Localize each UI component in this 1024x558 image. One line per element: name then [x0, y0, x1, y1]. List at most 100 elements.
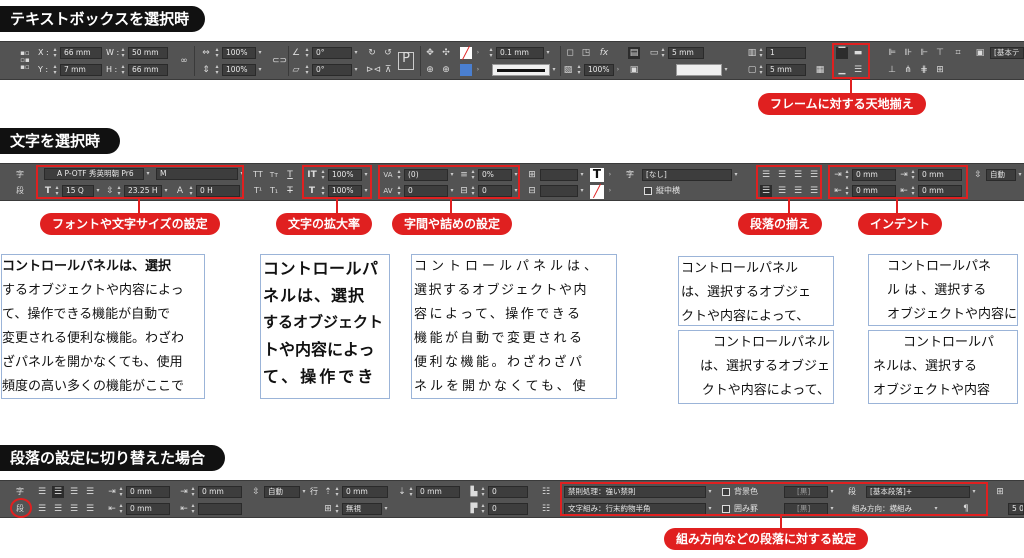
paragraph-mode-button[interactable]: 段	[14, 185, 26, 197]
stroke-type-select[interactable]	[492, 64, 550, 76]
p-drop-chars-spinner[interactable]: ▴ ▾	[480, 503, 486, 515]
gutter-spinner[interactable]: ▴ ▾	[660, 47, 666, 59]
p-align-right-icon[interactable]: ☰	[68, 486, 80, 498]
angle-spinner[interactable]: ▴ ▾	[304, 47, 310, 59]
p-justify-left-icon[interactable]: ☰	[36, 503, 48, 515]
p-first-indent-input[interactable]: 0 mm	[198, 486, 242, 498]
p-left-indent-spinner[interactable]: ▴ ▾	[118, 486, 124, 498]
opacity-dropdown[interactable]: ›	[614, 64, 622, 76]
p-bullets-icon[interactable]: ☷	[540, 486, 552, 498]
select-content-icon[interactable]: ✣	[440, 47, 452, 59]
shear-spinner[interactable]: ▴ ▾	[304, 64, 310, 76]
h-spinner[interactable]: ▴ ▾	[120, 64, 126, 76]
p-leading-dropdown[interactable]: ▾	[300, 486, 308, 498]
flip-vertical-icon[interactable]: ⊼	[382, 64, 394, 76]
select-next-icon[interactable]: ⊕	[440, 64, 452, 76]
p-drop-lines-spinner[interactable]: ▴ ▾	[480, 486, 486, 498]
w-input[interactable]: 50 mm	[128, 47, 168, 59]
p-space-after-spinner[interactable]: ▴ ▾	[408, 486, 414, 498]
rotate-cw-icon[interactable]: ↻	[366, 47, 378, 59]
frame-fitting-icon[interactable]: ▣	[628, 64, 640, 76]
reference-point-icon[interactable]: ▪▫ ▫▪ ▪▫	[16, 50, 34, 72]
y-input[interactable]: 7 mm	[60, 64, 102, 76]
text-frame-options-icon[interactable]: ▦	[814, 64, 826, 76]
mojikumi-aki2-select[interactable]	[540, 185, 578, 197]
align-top-edges-icon[interactable]: ⊤	[934, 47, 946, 59]
stroke-dropdown[interactable]: ›	[474, 64, 482, 76]
fill-none-icon[interactable]: ╱	[460, 47, 472, 59]
stroke-weight-input[interactable]: 0.1 mm	[496, 47, 544, 59]
gutter-input[interactable]: 5 mm	[668, 47, 704, 59]
y-spinner[interactable]: ▴ ▾	[52, 64, 58, 76]
stroke-color-icon[interactable]	[460, 64, 472, 76]
scale-y-spinner[interactable]: ▴ ▾	[214, 64, 220, 76]
p-last-indent-spinner[interactable]: ▴ ▾	[190, 503, 196, 515]
angle-input[interactable]: 0°	[312, 47, 352, 59]
text-fill-icon[interactable]: T	[590, 168, 604, 182]
auto-fit-icon[interactable]: ⌗	[952, 47, 964, 59]
mojikumi-aki2-dropdown[interactable]: ▾	[578, 185, 586, 197]
select-container-icon[interactable]: ✥	[424, 47, 436, 59]
p-align-left-icon[interactable]: ☰	[36, 486, 48, 498]
text-stroke-dropdown[interactable]: ›	[606, 185, 614, 197]
stroke-type-dropdown[interactable]: ▾	[550, 64, 558, 76]
x-spinner[interactable]: ▴ ▾	[52, 47, 58, 59]
p-align-spine-icon[interactable]: ☰	[84, 486, 96, 498]
align-left-edges-icon[interactable]: ⊫	[886, 47, 898, 59]
p-drop-chars-input[interactable]: 0	[488, 503, 528, 515]
angle-dropdown[interactable]: ▾	[352, 47, 360, 59]
tate-chu-yoko-checkbox[interactable]	[644, 187, 652, 195]
object-style-select[interactable]: [基本テ	[990, 47, 1024, 59]
columns-spinner[interactable]: ▴ ▾	[758, 47, 764, 59]
leading-auto-select[interactable]: 自動	[986, 169, 1016, 181]
scale-x-input[interactable]: 100%	[222, 47, 256, 59]
effects-icon[interactable]: ◳	[580, 47, 592, 59]
align-v-centers-icon[interactable]: ⊥	[886, 64, 898, 76]
p-right-indent-input[interactable]: 0 mm	[126, 503, 170, 515]
column-width-dropdown[interactable]: ▾	[722, 64, 730, 76]
inset-spinner[interactable]: ▴ ▾	[758, 64, 764, 76]
char-style-dropdown[interactable]: ▾	[732, 169, 740, 181]
p-space-before-spinner[interactable]: ▴ ▾	[334, 486, 340, 498]
distribute-h-icon[interactable]: ⋕	[918, 64, 930, 76]
opacity-spinner[interactable]: ▴ ▾	[576, 64, 582, 76]
scale-y-dropdown[interactable]: ▾	[256, 64, 264, 76]
h-input[interactable]: 66 mm	[128, 64, 168, 76]
character-mode-button[interactable]: 字	[14, 169, 26, 181]
inset-input[interactable]: 5 mm	[766, 64, 806, 76]
p-space-before-input[interactable]: 0 mm	[342, 486, 388, 498]
stroke-weight-dropdown[interactable]: ▾	[544, 47, 552, 59]
align-right-edges-icon[interactable]: ⊩	[918, 47, 930, 59]
shear-dropdown[interactable]: ▾	[352, 64, 360, 76]
p-leading-select[interactable]: 自動	[264, 486, 300, 498]
small-caps-icon[interactable]: Tт	[268, 169, 280, 181]
stroke-weight-spinner[interactable]: ▴ ▾	[488, 47, 494, 59]
shear-input[interactable]: 0°	[312, 64, 352, 76]
p-justify-center-icon[interactable]: ☰	[52, 503, 64, 515]
p-right-indent-spinner[interactable]: ▴ ▾	[118, 503, 124, 515]
distribute-v-icon[interactable]: ⊞	[934, 64, 946, 76]
character-mode-button[interactable]: 字	[14, 486, 26, 498]
select-previous-icon[interactable]: ⊕	[424, 64, 436, 76]
text-stroke-icon[interactable]: ╱	[590, 185, 604, 199]
fx-icon[interactable]: fx	[598, 47, 610, 59]
columns-input[interactable]: 1	[766, 47, 806, 59]
p-space-after-input[interactable]: 0 mm	[416, 486, 460, 498]
p-drop-lines-input[interactable]: 0	[488, 486, 528, 498]
leading-auto-dropdown[interactable]: ▾	[1016, 169, 1024, 181]
constrain-proportions-icon[interactable]: ∞	[178, 55, 190, 67]
x-input[interactable]: 66 mm	[60, 47, 102, 59]
flip-horizontal-icon[interactable]: ⊳⊲	[366, 64, 381, 76]
align-h-centers-icon[interactable]: ⊪	[902, 47, 914, 59]
p-grid-dropdown[interactable]: ▾	[382, 503, 390, 515]
drop-shadow-icon[interactable]: ◻	[564, 47, 576, 59]
p-grid-select[interactable]: 無視	[342, 503, 382, 515]
underline-icon[interactable]: T	[284, 169, 296, 181]
p-justify-all-icon[interactable]: ☰	[84, 503, 96, 515]
opacity-input[interactable]: 100%	[584, 64, 614, 76]
scale-y-input[interactable]: 100%	[222, 64, 256, 76]
superscript-icon[interactable]: T¹	[252, 185, 264, 197]
distribute-icon[interactable]: ⋔	[902, 64, 914, 76]
w-spinner[interactable]: ▴ ▾	[120, 47, 126, 59]
p-justify-right-icon[interactable]: ☰	[68, 503, 80, 515]
